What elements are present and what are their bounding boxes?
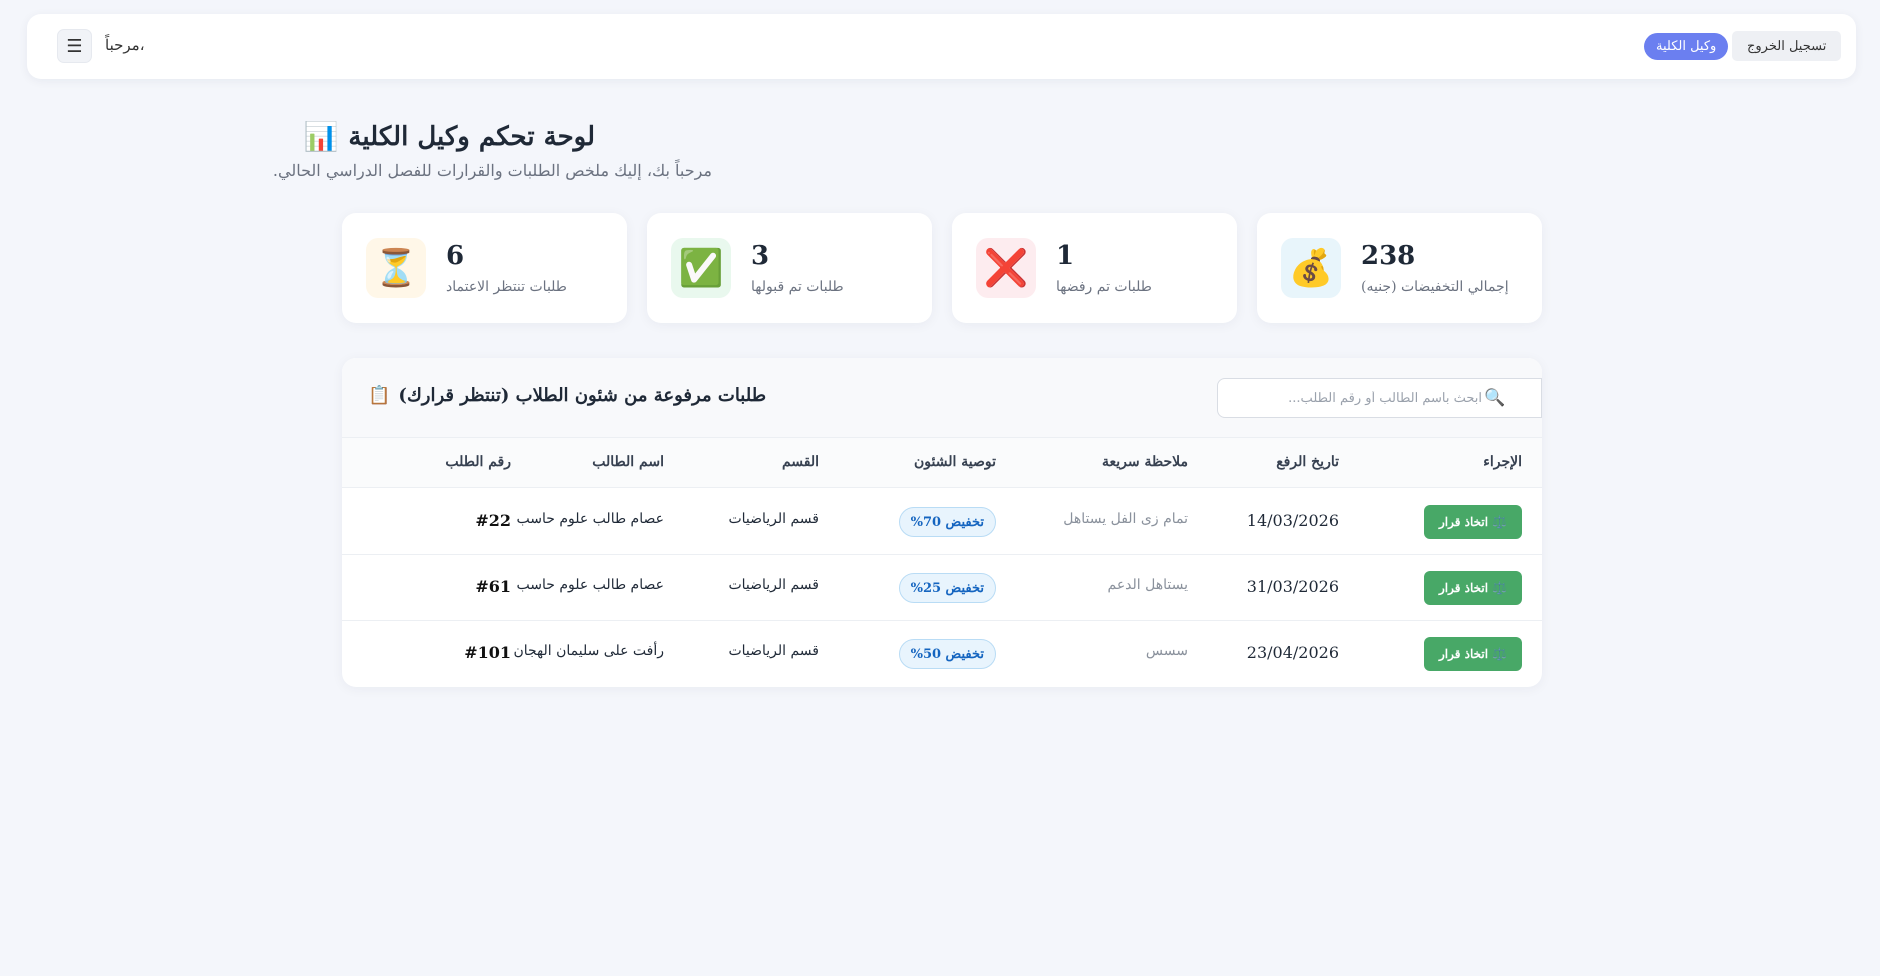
take-decision-button[interactable]: ⚖️ اتخاذ قرار <box>1424 505 1522 539</box>
col-student-name: اسم الطالب <box>592 454 664 470</box>
stat-card-discounts: 💰 238 إجمالي التخفيضات (جنيه) <box>1257 213 1542 323</box>
take-decision-label: اتخاذ قرار <box>1438 581 1489 595</box>
request-id: #101 <box>464 643 511 662</box>
panel-title: طلبات مرفوعة من شئون الطلاب (تنتظر قرارك… <box>368 385 766 406</box>
student-name: عصام طالب علوم حاسب <box>516 577 665 593</box>
table-row: #101 رأفت على سليمان الهجان قسم الرياضيا… <box>342 621 1542 687</box>
page-title-text: لوحة تحكم وكيل الكلية <box>348 121 595 152</box>
hourglass-icon: ⏳ <box>366 238 426 298</box>
menu-button[interactable]: ☰ <box>57 29 92 63</box>
quick-note: سسس <box>1145 643 1188 659</box>
page-title: لوحة تحكم وكيل الكلية 📊 <box>304 120 595 153</box>
stat-value: 6 <box>446 241 465 271</box>
upload-date: 14/03/2026 <box>1246 511 1339 530</box>
quick-note: تمام زى الفل يستاهل <box>1063 511 1188 527</box>
greeting-text: مرحباً، <box>105 36 145 54</box>
upload-date: 31/03/2026 <box>1246 577 1339 596</box>
take-decision-button[interactable]: ⚖️ اتخاذ قرار <box>1424 571 1522 605</box>
search-box: 🔍 <box>1217 378 1542 418</box>
recommendation-badge: تخفيض 50% <box>898 639 996 669</box>
col-request-id: رقم الطلب <box>445 454 511 470</box>
panel-title-text: طلبات مرفوعة من شئون الطلاب (تنتظر قرارك… <box>398 385 767 406</box>
recommendation-badge: تخفيض 25% <box>898 573 996 603</box>
col-quick-note: ملاحظة سريعة <box>1102 454 1188 470</box>
department: قسم الرياضيات <box>728 577 819 593</box>
request-id: #61 <box>475 577 511 596</box>
bar-chart-icon: 📊 <box>303 120 339 153</box>
col-department: القسم <box>781 454 819 470</box>
stat-value: 238 <box>1361 241 1416 271</box>
search-icon[interactable]: 🔍 <box>1484 388 1505 408</box>
role-badge: وكيل الكلية <box>1644 33 1729 60</box>
stat-value: 3 <box>751 241 770 271</box>
stat-card-pending: ⏳ 6 طلبات تنتظر الاعتماد <box>342 213 627 323</box>
money-bag-icon: 💰 <box>1281 238 1341 298</box>
menu-icon: ☰ <box>66 35 83 57</box>
stat-card-accepted: ✅ 3 طلبات تم قبولها <box>647 213 932 323</box>
page-subtitle: مرحباً بك، إليك ملخص الطلبات والقرارات ل… <box>272 161 712 180</box>
stat-label: طلبات تنتظر الاعتماد <box>446 279 567 295</box>
stat-label: طلبات تم قبولها <box>751 279 844 295</box>
table-row: #61 عصام طالب علوم حاسب قسم الرياضيات تخ… <box>342 555 1542 621</box>
col-action: الإجراء <box>1483 454 1522 470</box>
student-name: عصام طالب علوم حاسب <box>516 511 665 527</box>
panel-header: طلبات مرفوعة من شئون الطلاب (تنتظر قرارك… <box>342 358 1542 438</box>
take-decision-button[interactable]: ⚖️ اتخاذ قرار <box>1424 637 1522 671</box>
cross-icon: ❌ <box>976 238 1036 298</box>
scales-icon: ⚖️ <box>1492 647 1508 661</box>
take-decision-label: اتخاذ قرار <box>1438 647 1489 661</box>
scales-icon: ⚖️ <box>1492 581 1508 595</box>
student-name: رأفت على سليمان الهجان <box>513 643 664 659</box>
search-input[interactable] <box>1232 379 1482 417</box>
col-upload-date: تاريخ الرفع <box>1276 454 1339 470</box>
stat-card-rejected: ❌ 1 طلبات تم رفضها <box>952 213 1237 323</box>
requests-panel: طلبات مرفوعة من شئون الطلاب (تنتظر قرارك… <box>342 358 1542 687</box>
department: قسم الرياضيات <box>728 643 819 659</box>
col-recommendation: توصية الشئون <box>913 454 996 470</box>
department: قسم الرياضيات <box>728 511 819 527</box>
quick-note: يستاهل الدعم <box>1107 577 1189 593</box>
top-bar: ☰ مرحباً، وكيل الكلية تسجيل الخروج <box>27 14 1856 79</box>
scales-icon: ⚖️ <box>1492 515 1508 529</box>
recommendation-badge: تخفيض 70% <box>898 507 996 537</box>
logout-button[interactable]: تسجيل الخروج <box>1732 31 1842 61</box>
check-icon: ✅ <box>671 238 731 298</box>
take-decision-label: اتخاذ قرار <box>1438 515 1489 529</box>
stat-label: طلبات تم رفضها <box>1056 279 1152 295</box>
stat-value: 1 <box>1056 241 1075 271</box>
upload-date: 23/04/2026 <box>1246 643 1339 662</box>
clipboard-icon: 📋 <box>368 385 391 406</box>
table-header: رقم الطلب اسم الطالب القسم توصية الشئون … <box>342 438 1542 488</box>
stat-label: إجمالي التخفيضات (جنيه) <box>1361 279 1509 295</box>
request-id: #22 <box>475 511 511 530</box>
table-row: #22 عصام طالب علوم حاسب قسم الرياضيات تخ… <box>342 489 1542 555</box>
